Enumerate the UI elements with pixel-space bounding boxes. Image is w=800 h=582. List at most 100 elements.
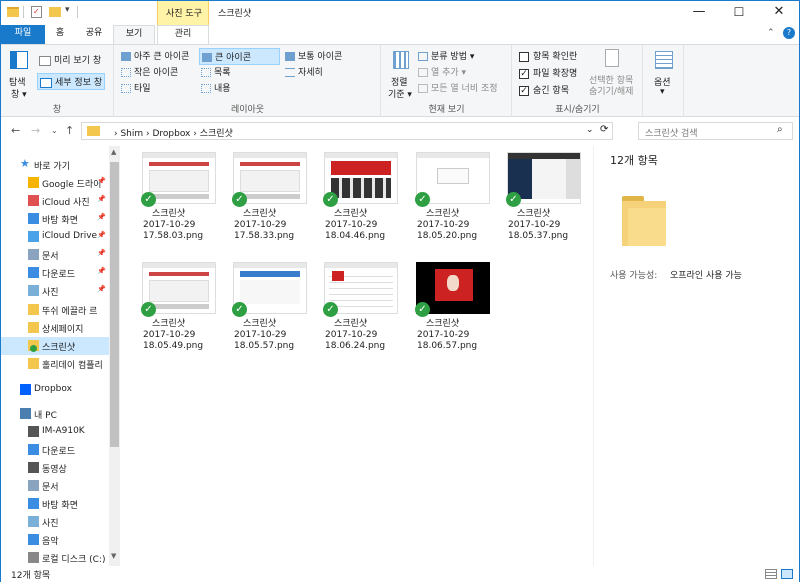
collapse-ribbon-icon[interactable]: ⌃: [767, 28, 775, 38]
file-name-line: 스크린샷: [426, 209, 460, 219]
size-all-columns-label: 모든 열 너비 조정: [431, 84, 498, 94]
size-all-columns-button[interactable]: 모든 열 너비 조정: [418, 81, 498, 94]
details-item-count: 12개 항목: [610, 154, 658, 167]
qat-dropdown-icon[interactable]: ▾: [65, 5, 70, 15]
sidebar-item[interactable]: 로컬 디스크 (C:): [1, 549, 111, 567]
tab-file[interactable]: 파일: [1, 25, 45, 44]
sidebar-item[interactable]: 문서 📌: [1, 246, 111, 264]
search-box[interactable]: 스크린샷 검색 ⌕: [638, 122, 793, 140]
sidebar-item[interactable]: 홀리데이 컴플리: [1, 355, 111, 373]
sidebar-item[interactable]: 다운로드: [1, 441, 111, 459]
breadcrumb[interactable]: › Shim › Dropbox › 스크린샷: [114, 126, 233, 139]
sidebar-item-label: 내 PC: [34, 411, 57, 421]
app-folder-icon: [7, 7, 19, 17]
recent-locations-icon[interactable]: ⌄: [51, 126, 58, 135]
back-icon[interactable]: ←: [11, 124, 20, 137]
sync-check-icon: ✓: [141, 192, 156, 207]
ribbon-group-current-view: 정렬 기준 ▾ 분류 방법 ▾ 열 추가 ▾ 모든 열 너비 조정 현재 보기: [382, 45, 512, 117]
sort-by-button[interactable]: 정렬 기준 ▾: [386, 49, 416, 101]
tab-home[interactable]: 홈: [45, 25, 75, 44]
sidebar-item[interactable]: 문서: [1, 477, 111, 495]
file-extensions-toggle[interactable]: ✓ 파일 확장명: [519, 66, 577, 79]
group-by-button[interactable]: 분류 방법 ▾: [418, 49, 474, 62]
sidebar-item[interactable]: 바탕 화면: [1, 495, 111, 513]
layout-medium-label: 보통 아이콘: [298, 52, 343, 62]
item-checkboxes-toggle[interactable]: 항목 확인란: [519, 49, 577, 62]
sidebar-item[interactable]: 동영상: [1, 459, 111, 477]
scroll-down-icon[interactable]: ▼: [111, 552, 116, 560]
sidebar-item[interactable]: iCloud 사진 📌: [1, 192, 111, 210]
file-name-line: 스크린샷: [334, 319, 368, 329]
up-icon[interactable]: ↑: [65, 124, 74, 137]
layout-list[interactable]: 목록: [201, 65, 231, 78]
tab-view[interactable]: 보기: [113, 25, 155, 45]
new-folder-icon[interactable]: [49, 7, 61, 17]
refresh-icon[interactable]: ⟳: [600, 124, 608, 135]
sidebar-item[interactable]: 바탕 화면 📌: [1, 210, 111, 228]
qat-sep: [23, 6, 24, 18]
file-item[interactable]: ✓ 스크린샷 2017-10-29 17.58.03.png: [134, 152, 222, 260]
sidebar-item[interactable]: Google 드라이 📌: [1, 174, 111, 192]
layout-xlarge-icons[interactable]: 아주 큰 아이콘: [121, 49, 189, 62]
sidebar-item[interactable]: iCloud Drive 📌: [1, 228, 111, 246]
sidebar-item[interactable]: 다운로드 📌: [1, 264, 111, 282]
file-item[interactable]: ✓ 스크린샷 2017-10-29 18.05.49.png: [134, 262, 222, 370]
layout-medium-icons[interactable]: 보통 아이콘: [285, 49, 342, 62]
properties-icon[interactable]: ✓: [31, 6, 42, 18]
file-name: 스크린샷 2017-10-29 18.05.49.png: [143, 319, 220, 352]
layout-large-icons[interactable]: 큰 아이콘: [199, 48, 280, 65]
search-input[interactable]: 스크린샷 검색: [645, 126, 698, 139]
scrollbar-thumb[interactable]: [110, 162, 119, 447]
sidebar-item[interactable]: 내 PC: [1, 405, 111, 423]
hidden-items-toggle[interactable]: ✓ 숨긴 항목: [519, 83, 569, 96]
minimize-button[interactable]: —: [679, 1, 719, 25]
maximize-button[interactable]: ☐: [719, 1, 759, 25]
tab-share[interactable]: 공유: [75, 25, 113, 44]
file-item[interactable]: ✓ 스크린샷 2017-10-29 18.04.46.png: [316, 152, 404, 260]
file-item[interactable]: ✓ 스크린샷 2017-10-29 18.05.57.png: [225, 262, 313, 370]
sync-check-icon: ✓: [415, 192, 430, 207]
sidebar-item[interactable]: 사진: [1, 513, 111, 531]
file-item[interactable]: ✓ 스크린샷 2017-10-29 18.05.20.png: [408, 152, 496, 260]
large-icons-view-icon[interactable]: [781, 569, 793, 579]
nav-pane-button[interactable]: 탐색 창 ▾: [5, 49, 33, 101]
file-item[interactable]: ✓ 스크린샷 2017-10-29 17.58.33.png: [225, 152, 313, 260]
help-icon[interactable]: ?: [783, 27, 795, 39]
address-history-dropdown-icon[interactable]: ⌄: [586, 125, 594, 135]
sidebar-item[interactable]: IM-A910K: [1, 423, 111, 441]
options-button[interactable]: 옵션 ▾: [648, 49, 680, 101]
sidebar-item[interactable]: ★ 바로 가기: [1, 156, 111, 174]
sidebar-item[interactable]: 상세페이지: [1, 319, 111, 337]
tab-manage[interactable]: 관리: [157, 25, 209, 44]
layout-tiles[interactable]: 타일: [121, 81, 151, 94]
availability-label: 사용 가능성:: [610, 271, 658, 281]
file-name-line: 2017-10-29: [234, 330, 287, 340]
sidebar-item[interactable]: 스크린샷: [1, 337, 111, 355]
ribbon-group-label-pane: 창: [52, 105, 62, 115]
file-item[interactable]: ✓ 스크린샷 2017-10-29 18.05.37.png: [499, 152, 587, 260]
navigation-scrollbar[interactable]: ▲ ▼: [109, 146, 120, 566]
file-name-line: 18.05.37.png: [508, 231, 569, 241]
sidebar-item[interactable]: 음악: [1, 531, 111, 549]
layout-large-label: 큰 아이콘: [215, 53, 251, 63]
close-button[interactable]: ✕: [759, 1, 799, 25]
sidebar-item[interactable]: Dropbox: [1, 381, 111, 399]
add-columns-button[interactable]: 열 추가 ▾: [418, 65, 466, 78]
file-item[interactable]: ✓ 스크린샷 2017-10-29 18.06.24.png: [316, 262, 404, 370]
layout-small-icons[interactable]: 작은 아이콘: [121, 65, 178, 78]
details-pane-button[interactable]: 세부 정보 창: [37, 73, 106, 90]
preview-pane-button[interactable]: 미리 보기 창: [39, 53, 101, 66]
layout-details[interactable]: 자세히: [285, 65, 323, 78]
hide-selected-button[interactable]: 선택한 항목 숨기기/해제: [587, 49, 641, 101]
sidebar-item[interactable]: 사진 📌: [1, 282, 111, 300]
small-icons-icon: [121, 68, 131, 77]
sidebar-item[interactable]: 뚜쉬 에끌라 르: [1, 301, 111, 319]
file-name: 스크린샷 2017-10-29 18.06.57.png: [417, 319, 494, 352]
layout-content[interactable]: 내용: [201, 81, 231, 94]
search-icon[interactable]: ⌕: [777, 124, 783, 135]
file-item[interactable]: ✓ 스크린샷 2017-10-29 18.06.57.png: [408, 262, 496, 370]
details-view-icon[interactable]: [765, 569, 777, 579]
scroll-up-icon[interactable]: ▲: [111, 148, 116, 156]
address-bar[interactable]: › Shim › Dropbox › 스크린샷 ⌄ ⟳: [81, 122, 613, 140]
forward-icon[interactable]: →: [31, 124, 40, 137]
